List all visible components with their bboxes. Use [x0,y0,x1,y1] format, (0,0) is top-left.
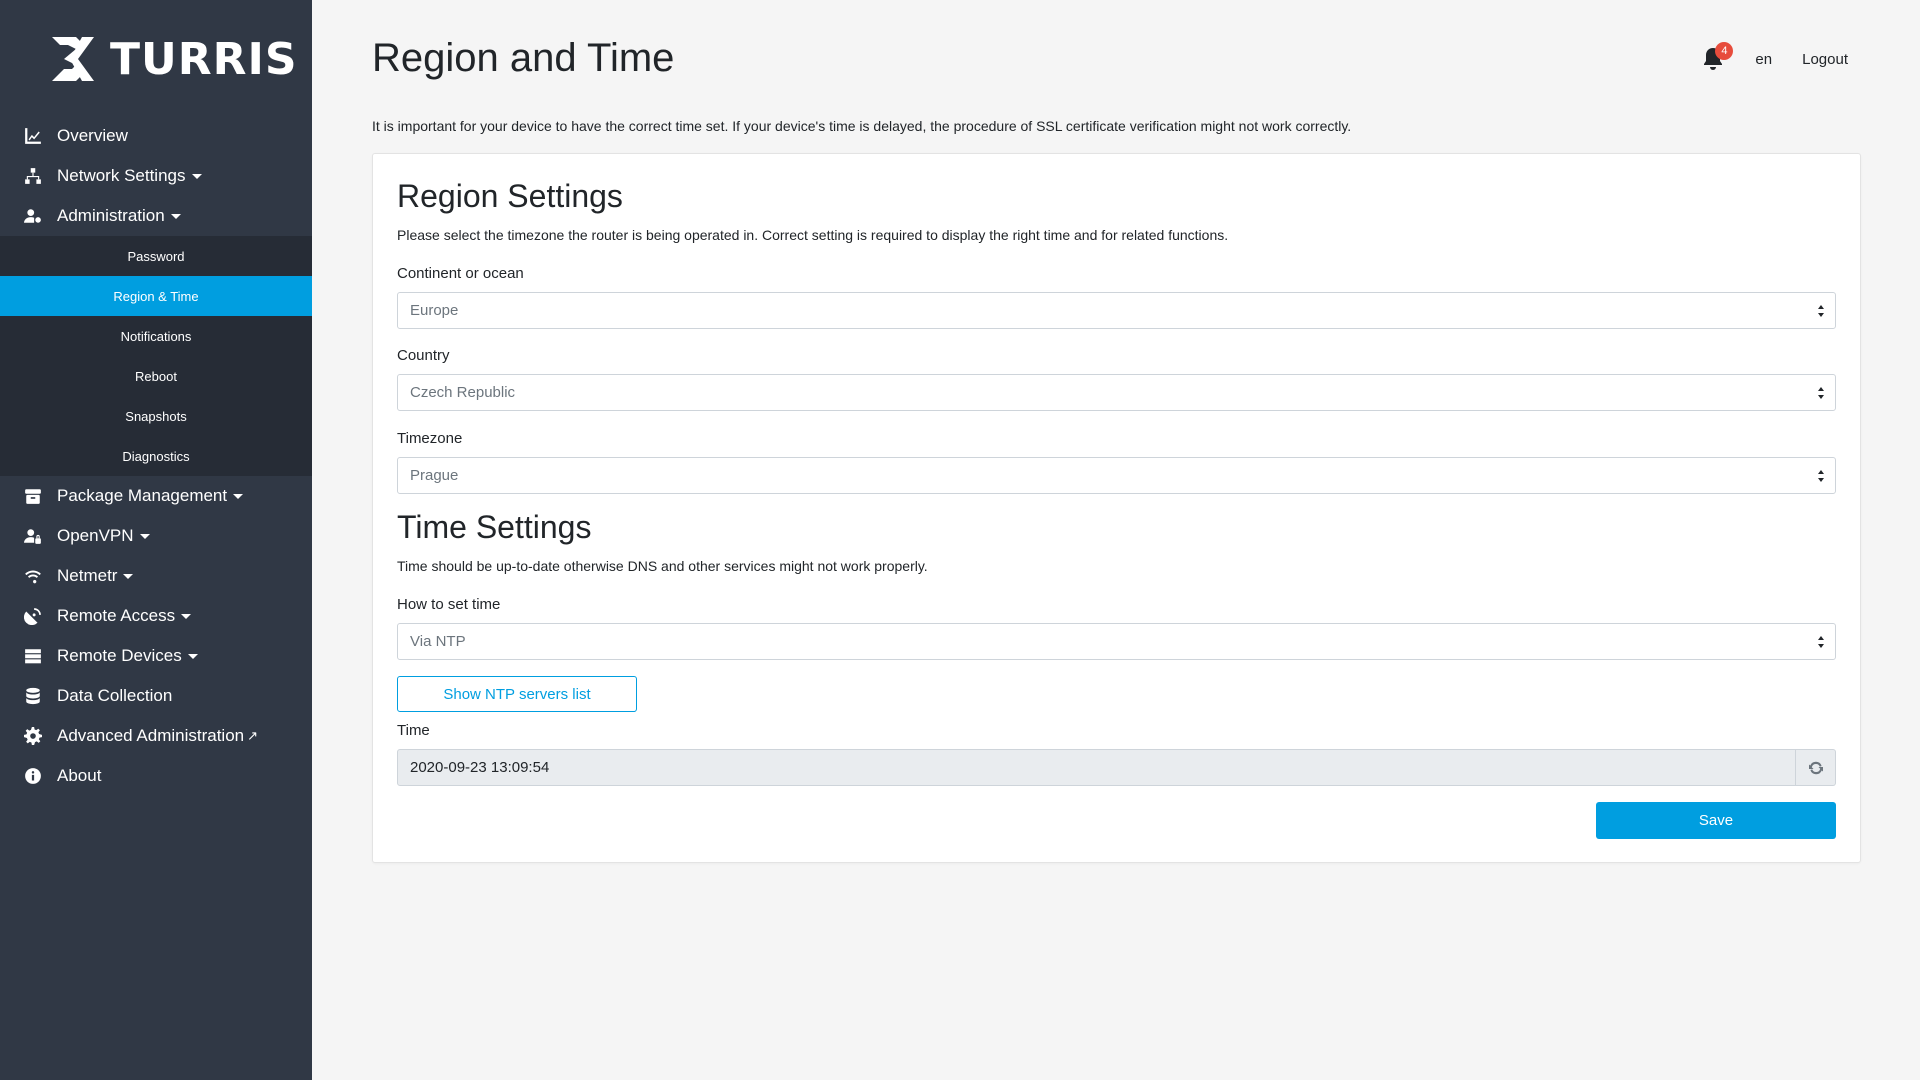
sidebar-item-label: Data Collection [57,686,173,705]
caret-down-icon [139,533,150,539]
time-label: Time [397,722,430,739]
continent-select-value: Europe [410,302,459,319]
caret-down-icon [170,213,181,219]
show-ntp-servers-button[interactable]: Show NTP servers list [397,676,637,712]
time-settings-title: Time Settings [397,509,592,545]
save-button-label: Save [1698,812,1734,829]
sidebar-item-label: Remote Devices [57,646,182,665]
external-link-icon: ↗ [247,728,259,743]
brand-name: TURRIS [110,33,298,85]
notifications-badge: 4 [1715,42,1734,60]
sidebar-item-remote-access[interactable]: Remote Access [0,596,312,636]
subnav-item-notifications[interactable]: Notifications [0,316,312,356]
region-settings-description: Please select the timezone the router is… [397,227,1229,243]
sidebar-item-label: Remote Access [57,606,176,625]
sidebar-item-label: Overview [57,126,128,145]
sidebar-item-label: Package Management [57,486,228,505]
server-icon [24,647,42,665]
sidebar-item-label: Network Settings [57,166,186,185]
time-input-group: 2020-09-23 13:09:54 [397,749,1836,786]
sidebar-item-label: Administration [57,206,165,225]
country-select[interactable]: Czech Republic [397,374,1836,411]
timezone-select-value: Prague [410,467,459,484]
time-method-select[interactable]: Via NTP [397,623,1836,660]
caret-down-icon [123,573,134,579]
sidebar-item-administration[interactable]: Administration [0,196,312,236]
subnav-item-region-time[interactable]: Region & Time [0,276,312,316]
continent-select[interactable]: Europe [397,292,1836,329]
sidebar-nav: Overview Network Settings Administration… [0,116,312,796]
sidebar-item-label: Netmetr [57,566,118,585]
network-icon [24,167,42,185]
info-circle-icon [24,767,42,785]
language-selector[interactable]: en [1755,51,1772,68]
subnav-item-label: Diagnostics [122,448,190,464]
select-arrows-icon [1817,385,1825,401]
subnav-item-label: Snapshots [125,408,187,424]
sidebar-item-label: About [57,766,102,785]
subnav-item-reboot[interactable]: Reboot [0,356,312,396]
page-title: Region and Time [372,36,675,80]
settings-card: Region Settings Please select the timezo… [372,153,1861,863]
sidebar-item-network-settings[interactable]: Network Settings [0,156,312,196]
sidebar-item-data-collection[interactable]: Data Collection [0,676,312,716]
select-arrows-icon [1817,303,1825,319]
time-input-value: 2020-09-23 13:09:54 [410,759,550,776]
subnav-item-password[interactable]: Password [0,236,312,276]
subnav-item-snapshots[interactable]: Snapshots [0,396,312,436]
select-arrows-icon [1817,468,1825,484]
time-method-label: How to set time [397,596,501,613]
satellite-dish-icon [24,607,42,625]
caret-down-icon [181,613,192,619]
topbar: 4 en Logout [1701,42,1848,72]
notifications-button[interactable]: 4 [1701,42,1734,72]
caret-down-icon [191,173,202,179]
subnav-item-label: Region & Time [113,288,199,304]
select-arrows-icon [1817,634,1825,650]
sidebar: TURRIS Overview Network Settings Adminis… [0,0,312,1080]
save-button[interactable]: Save [1596,802,1836,839]
caret-down-icon [233,493,244,499]
country-label: Country [397,347,450,364]
sidebar-item-label: OpenVPN [57,526,134,545]
gear-icon [24,727,42,745]
subnav-item-diagnostics[interactable]: Diagnostics [0,436,312,476]
timezone-select[interactable]: Prague [397,457,1836,494]
continent-label: Continent or ocean [397,265,524,282]
sidebar-item-label: Advanced Administration [57,726,245,745]
region-settings-title: Region Settings [397,178,623,214]
subnav-item-label: Reboot [135,368,177,384]
sidebar-item-overview[interactable]: Overview [0,116,312,156]
chart-line-icon [24,127,42,145]
sidebar-item-remote-devices[interactable]: Remote Devices [0,636,312,676]
timezone-label: Timezone [397,430,463,447]
database-icon [24,687,42,705]
subnav-item-label: Password [127,248,185,264]
sidebar-item-about[interactable]: About [0,756,312,796]
refresh-time-button[interactable] [1796,749,1836,786]
logout-link[interactable]: Logout [1802,51,1848,68]
sidebar-item-advanced-administration[interactable]: Advanced Administration ↗ [0,716,312,756]
time-settings-description: Time should be up-to-date otherwise DNS … [397,558,928,574]
show-ntp-servers-label: Show NTP servers list [443,685,591,703]
administration-subnav: Password Region & Time Notifications Reb… [0,236,312,476]
sidebar-item-openvpn[interactable]: OpenVPN [0,516,312,556]
user-lock-icon [24,527,42,545]
sidebar-item-package-management[interactable]: Package Management [0,476,312,516]
refresh-icon [1808,761,1823,774]
time-method-select-value: Via NTP [410,633,466,650]
time-input[interactable]: 2020-09-23 13:09:54 [397,749,1796,786]
caret-down-icon [187,653,198,659]
intro-text: It is important for your device to have … [372,118,1352,134]
subnav-item-label: Notifications [120,328,192,344]
wifi-icon [24,567,42,585]
turris-logo-icon [52,37,94,81]
sidebar-item-netmetr[interactable]: Netmetr [0,556,312,596]
country-select-value: Czech Republic [410,384,516,401]
box-icon [24,487,42,505]
turris-logo[interactable]: TURRIS [42,28,298,90]
user-cog-icon [24,207,42,225]
